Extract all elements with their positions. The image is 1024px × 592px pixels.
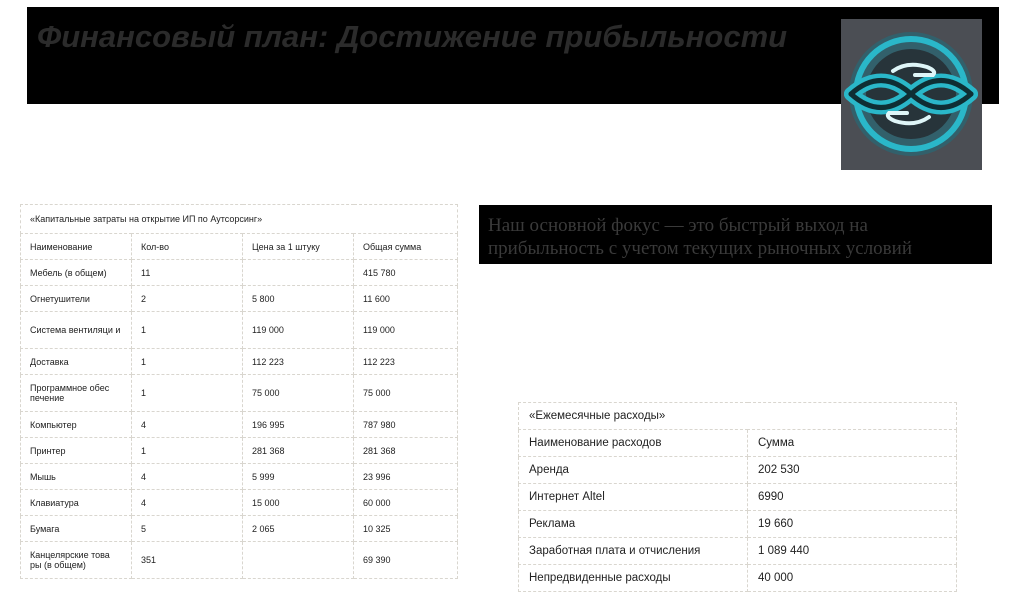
- cell-name: Мышь: [20, 463, 132, 490]
- capex-header-qty: Кол-во: [131, 233, 243, 260]
- table-row: Огнетушители 2 5 800 11 600: [20, 285, 458, 312]
- cell-qty: 1: [131, 437, 243, 464]
- cell-qty: 4: [131, 411, 243, 438]
- table-row: Принтер 1 281 368 281 368: [20, 437, 458, 464]
- table-row: Непредвиденные расходы 40 000: [518, 564, 957, 592]
- cell-price: 112 223: [242, 348, 354, 375]
- table-row: Система вентиляци и 1 119 000 119 000: [20, 311, 458, 349]
- monthly-caption: «Ежемесячные расходы»: [518, 402, 957, 430]
- capex-header-row: Наименование Кол-во Цена за 1 штуку Обща…: [20, 233, 458, 260]
- cell-price: 2 065: [242, 515, 354, 542]
- cell-price: [242, 259, 354, 286]
- cell-qty: 4: [131, 463, 243, 490]
- cell-qty: 5: [131, 515, 243, 542]
- cell-total: 112 223: [353, 348, 458, 375]
- cell-total: 11 600: [353, 285, 458, 312]
- cell-price: 5 999: [242, 463, 354, 490]
- cell-price: [242, 541, 354, 579]
- cell-price: 5 800: [242, 285, 354, 312]
- table-row: Бумага 5 2 065 10 325: [20, 515, 458, 542]
- cell-name: Бумага: [20, 515, 132, 542]
- table-row: Аренда 202 530: [518, 456, 957, 484]
- cell-qty: 2: [131, 285, 243, 312]
- cell-total: 60 000: [353, 489, 458, 516]
- cell-name: Непредвиденные расходы: [518, 564, 748, 592]
- monthly-header-name: Наименование расходов: [518, 429, 748, 457]
- table-row: Реклама 19 660: [518, 510, 957, 538]
- table-row: Мебель (в общем) 11 415 780: [20, 259, 458, 286]
- cell-total: 787 980: [353, 411, 458, 438]
- cell-qty: 1: [131, 348, 243, 375]
- cell-total: 281 368: [353, 437, 458, 464]
- cell-name: Мебель (в общем): [20, 259, 132, 286]
- logo: [841, 19, 982, 170]
- cell-name: Интернет Altel: [518, 483, 748, 511]
- monthly-header-sum: Сумма: [747, 429, 957, 457]
- cell-qty: 4: [131, 489, 243, 516]
- focus-box: Наш основной фокус — это быстрый выход н…: [479, 205, 992, 264]
- capex-header-name: Наименование: [20, 233, 132, 260]
- cell-price: 75 000: [242, 374, 354, 412]
- cell-total: 119 000: [353, 311, 458, 349]
- cell-name: Доставка: [20, 348, 132, 375]
- table-row: Программное обес печение 1 75 000 75 000: [20, 374, 458, 412]
- cell-sum: 202 530: [747, 456, 957, 484]
- cell-name: Клавиатура: [20, 489, 132, 516]
- capex-caption: «Капитальные затраты на открытие ИП по А…: [20, 204, 458, 234]
- capex-table: «Капитальные затраты на открытие ИП по А…: [20, 204, 458, 579]
- handshake-link-icon: [844, 32, 978, 156]
- focus-text: Наш основной фокус — это быстрый выход н…: [488, 215, 912, 259]
- cell-price: 15 000: [242, 489, 354, 516]
- cell-sum: 40 000: [747, 564, 957, 592]
- cell-sum: 1 089 440: [747, 537, 957, 565]
- cell-sum: 19 660: [747, 510, 957, 538]
- monthly-header-row: Наименование расходов Сумма: [518, 429, 957, 457]
- capex-header-price: Цена за 1 штуку: [242, 233, 354, 260]
- cell-price: 196 995: [242, 411, 354, 438]
- cell-price: 281 368: [242, 437, 354, 464]
- cell-sum: 6990: [747, 483, 957, 511]
- table-row: Мышь 4 5 999 23 996: [20, 463, 458, 490]
- monthly-table: «Ежемесячные расходы» Наименование расхо…: [518, 402, 957, 592]
- table-row: Заработная плата и отчисления 1 089 440: [518, 537, 957, 565]
- cell-total: 75 000: [353, 374, 458, 412]
- cell-qty: 11: [131, 259, 243, 286]
- cell-name: Канцелярские това ры (в общем): [20, 541, 132, 579]
- cell-name: Реклама: [518, 510, 748, 538]
- cell-qty: 1: [131, 374, 243, 412]
- capex-caption-row: «Капитальные затраты на открытие ИП по А…: [20, 204, 458, 234]
- cell-name: Огнетушители: [20, 285, 132, 312]
- cell-qty: 351: [131, 541, 243, 579]
- cell-name: Компьютер: [20, 411, 132, 438]
- table-row: Интернет Altel 6990: [518, 483, 957, 511]
- cell-total: 23 996: [353, 463, 458, 490]
- capex-header-total: Общая сумма: [353, 233, 458, 260]
- cell-total: 415 780: [353, 259, 458, 286]
- cell-price: 119 000: [242, 311, 354, 349]
- cell-name: Принтер: [20, 437, 132, 464]
- table-row: Доставка 1 112 223 112 223: [20, 348, 458, 375]
- cell-name: Система вентиляци и: [20, 311, 132, 349]
- cell-name: Заработная плата и отчисления: [518, 537, 748, 565]
- cell-qty: 1: [131, 311, 243, 349]
- cell-total: 10 325: [353, 515, 458, 542]
- monthly-caption-row: «Ежемесячные расходы»: [518, 402, 957, 430]
- cell-name: Программное обес печение: [20, 374, 132, 412]
- table-row: Клавиатура 4 15 000 60 000: [20, 489, 458, 516]
- table-row: Компьютер 4 196 995 787 980: [20, 411, 458, 438]
- page-title: Финансовый план: Достижение прибыльности: [37, 19, 788, 54]
- cell-total: 69 390: [353, 541, 458, 579]
- cell-name: Аренда: [518, 456, 748, 484]
- table-row: Канцелярские това ры (в общем) 351 69 39…: [20, 541, 458, 579]
